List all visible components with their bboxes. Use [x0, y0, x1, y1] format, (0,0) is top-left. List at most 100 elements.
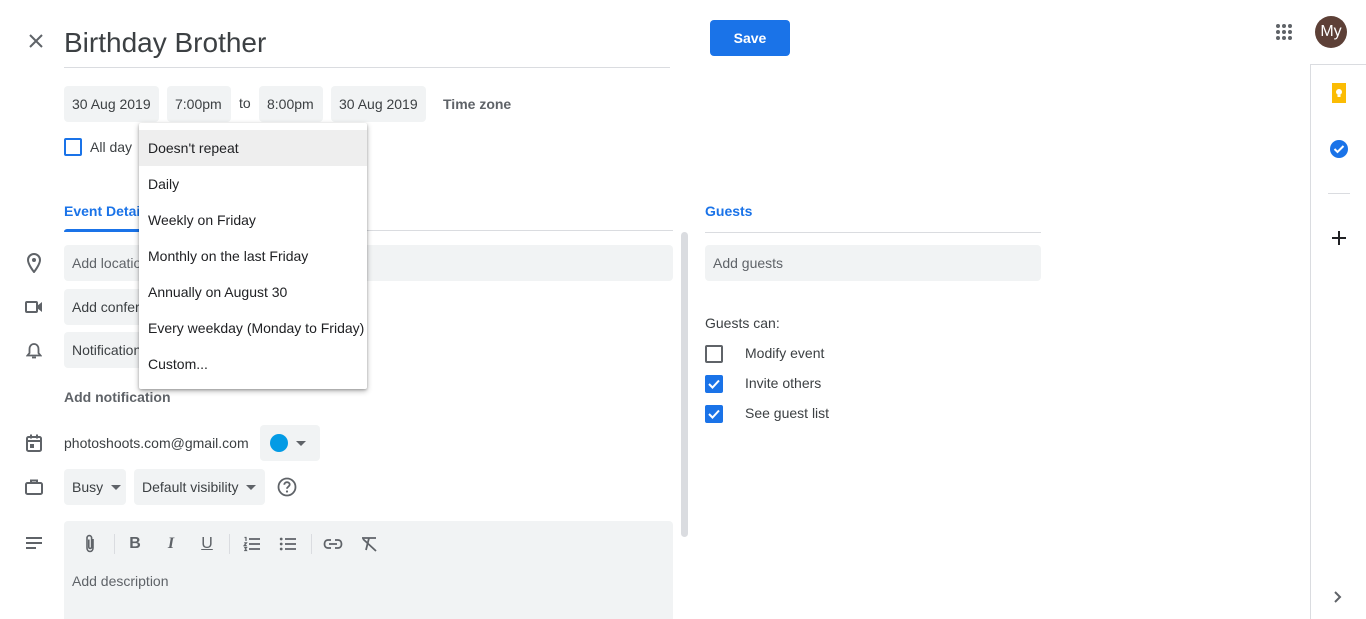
all-day-label: All day [90, 139, 133, 155]
notes-lines-icon [26, 537, 42, 549]
repeat-option-monthly[interactable]: Monthly on the last Friday [139, 238, 367, 274]
plus-icon [1332, 231, 1346, 245]
apps-grid-icon [1276, 24, 1292, 40]
video-icon-cell [22, 295, 46, 319]
start-time-field[interactable]: 7:00pm [167, 86, 231, 122]
tasks-button[interactable] [1327, 137, 1351, 161]
toolbar-divider [311, 534, 312, 554]
busy-label: Busy [72, 479, 104, 495]
add-guests-placeholder: Add guests [713, 255, 784, 271]
side-panel-divider [1328, 193, 1350, 194]
video-camera-icon [25, 301, 42, 313]
repeat-option-doesnt-repeat[interactable]: Doesn't repeat [139, 130, 367, 166]
avatar[interactable]: My [1315, 16, 1347, 48]
to-label: to [239, 95, 251, 111]
underline-button[interactable]: U [195, 532, 219, 556]
guests-can-label: Guests can: [705, 315, 780, 331]
expand-panel-button[interactable] [1326, 585, 1350, 609]
see-guest-list-label: See guest list [745, 405, 830, 421]
modify-event-label: Modify event [745, 345, 825, 361]
calendar-icon-cell [22, 431, 46, 455]
timezone-button[interactable]: Time zone [443, 96, 511, 112]
description-placeholder: Add description [72, 573, 169, 589]
calendar-color-dot [270, 434, 288, 452]
repeat-option-annually[interactable]: Annually on August 30 [139, 274, 367, 310]
clear-format-icon [362, 537, 377, 552]
checkmark-icon [708, 409, 720, 419]
underline-icon: U [201, 535, 213, 552]
close-button[interactable] [24, 29, 48, 53]
location-placeholder: Add location [72, 255, 150, 271]
add-guests-input[interactable]: Add guests [705, 245, 1041, 281]
attach-button[interactable] [78, 532, 102, 556]
description-icon-cell [22, 531, 46, 555]
italic-icon: I [167, 535, 175, 552]
notification-label: Notification [72, 342, 142, 358]
save-button-label: Save [733, 30, 767, 46]
save-button[interactable]: Save [710, 20, 790, 56]
bullet-list-button[interactable] [276, 532, 300, 556]
event-title-input[interactable]: Birthday Brother [64, 22, 670, 68]
chevron-down-icon [111, 484, 122, 490]
numbered-list-icon [243, 536, 260, 552]
bell-icon [26, 343, 42, 359]
avatar-initials: My [1320, 23, 1342, 40]
help-circle-icon [277, 477, 297, 497]
visibility-label: Default visibility [142, 479, 239, 495]
details-scrollbar[interactable] [681, 232, 688, 537]
keep-button[interactable] [1327, 81, 1351, 105]
invite-others-checkbox[interactable] [705, 375, 723, 393]
calendar-color-select[interactable] [260, 425, 320, 461]
start-date-field[interactable]: 30 Aug 2019 [64, 86, 159, 122]
numbered-list-button[interactable] [240, 532, 264, 556]
repeat-dropdown-menu: Doesn't repeat Daily Weekly on Friday Mo… [139, 123, 367, 389]
bold-icon: B [129, 535, 141, 552]
repeat-option-daily[interactable]: Daily [139, 166, 367, 202]
paperclip-icon [86, 534, 94, 553]
end-time-field[interactable]: 8:00pm [259, 86, 323, 122]
start-date-text: 30 Aug 2019 [72, 96, 151, 112]
repeat-option-custom[interactable]: Custom... [139, 346, 367, 382]
briefcase-icon-cell [22, 475, 46, 499]
chevron-right-icon [1334, 591, 1342, 603]
checkmark-icon [708, 379, 720, 389]
repeat-option-weekly[interactable]: Weekly on Friday [139, 202, 367, 238]
end-date-field[interactable]: 30 Aug 2019 [331, 86, 426, 122]
visibility-help-button[interactable] [275, 475, 299, 499]
apps-button[interactable] [1272, 20, 1296, 44]
visibility-select[interactable]: Default visibility [134, 469, 265, 505]
repeat-option-every-weekday[interactable]: Every weekday (Monday to Friday) [139, 310, 367, 346]
modify-event-checkbox[interactable] [705, 345, 723, 363]
tasks-icon [1330, 140, 1348, 158]
keep-icon [1332, 83, 1346, 103]
all-day-checkbox[interactable] [64, 138, 82, 156]
event-title-text: Birthday Brother [64, 27, 267, 58]
invite-others-label: Invite others [745, 375, 822, 391]
timezone-label: Time zone [443, 96, 512, 112]
location-icon-cell [22, 251, 46, 275]
add-notification-button[interactable]: Add notification [64, 389, 171, 405]
calendar-icon [26, 434, 42, 452]
italic-button[interactable]: I [159, 532, 183, 556]
end-time-text: 8:00pm [267, 96, 314, 112]
link-icon [323, 539, 343, 549]
location-pin-icon [27, 253, 41, 273]
bold-button[interactable]: B [123, 532, 147, 556]
chevron-down-icon [246, 484, 257, 490]
see-guest-list-checkbox[interactable] [705, 405, 723, 423]
guests-tab-underline [705, 232, 1041, 233]
bell-icon-cell [22, 339, 46, 363]
start-time-text: 7:00pm [175, 96, 222, 112]
insert-link-button[interactable] [321, 532, 345, 556]
tab-guests[interactable]: Guests [705, 203, 752, 219]
calendar-account: photoshoots.com@gmail.com [64, 435, 249, 451]
toolbar-divider [114, 534, 115, 554]
chevron-down-icon [296, 440, 306, 446]
add-addon-button[interactable] [1327, 226, 1351, 250]
busy-select[interactable]: Busy [64, 469, 126, 505]
toolbar-divider [229, 534, 230, 554]
bullet-list-icon [279, 537, 296, 551]
clear-formatting-button[interactable] [357, 532, 381, 556]
close-icon [29, 34, 43, 48]
end-date-text: 30 Aug 2019 [339, 96, 418, 112]
